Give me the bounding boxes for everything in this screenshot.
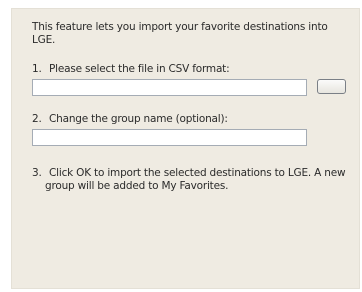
step1-number: 1. bbox=[32, 63, 42, 75]
step3-line2: group will be added to My Favorites. bbox=[45, 180, 229, 192]
group-name-input[interactable] bbox=[32, 129, 307, 146]
step1-label: Please select the file in CSV format: bbox=[49, 63, 230, 75]
step2-instruction: 2. Change the group name (optional): bbox=[32, 113, 228, 126]
intro-text: This feature lets you import your favori… bbox=[32, 21, 328, 46]
csv-file-input[interactable] bbox=[32, 79, 307, 96]
step3-instruction: 3. Click OK to import the selected destin… bbox=[32, 167, 362, 193]
import-favorites-panel: This feature lets you import your favori… bbox=[11, 8, 360, 289]
step2-label: Change the group name (optional): bbox=[49, 113, 228, 125]
browse-button[interactable] bbox=[317, 79, 346, 94]
step1-instruction: 1. Please select the file in CSV format: bbox=[32, 63, 230, 76]
step2-number: 2. bbox=[32, 113, 42, 125]
step3-line1: Click OK to import the selected destinat… bbox=[49, 167, 346, 179]
step3-number: 3. bbox=[32, 167, 42, 179]
